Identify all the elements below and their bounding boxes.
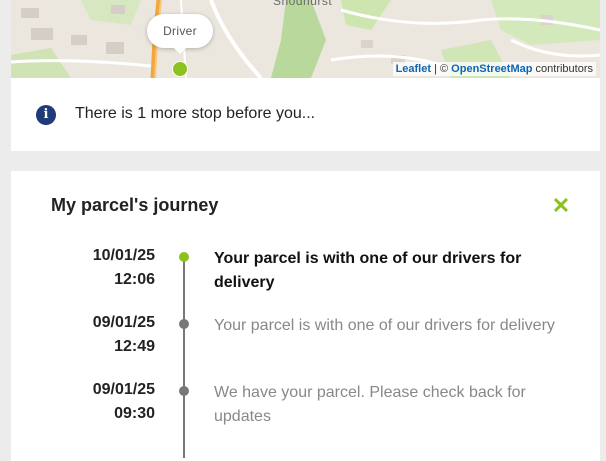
event-time: 12:49	[114, 338, 155, 355]
event-time: 09:30	[114, 405, 155, 422]
journey-title: My parcel's journey	[51, 195, 219, 215]
attribution-suffix: contributors	[532, 63, 593, 75]
timeline-line	[183, 258, 185, 458]
openstreetmap-link[interactable]: OpenStreetMap	[451, 63, 532, 75]
event-description: Your parcel is with one of our drivers f…	[214, 250, 522, 291]
map-attribution: Leaflet | © OpenStreetMap contributors	[392, 62, 596, 76]
event-date: 09/01/25	[92, 314, 155, 331]
info-icon: i	[36, 105, 56, 125]
timeline-dot	[179, 319, 189, 329]
delivery-map[interactable]: Shodhurst Driver Leaflet | © OpenStreetM…	[11, 0, 600, 78]
event-description: We have your parcel. Please check back f…	[214, 384, 526, 425]
driver-location-marker[interactable]	[172, 61, 188, 77]
event-description: Your parcel is with one of our drivers f…	[214, 317, 555, 334]
attribution-separator: | ©	[431, 63, 452, 75]
leaflet-link[interactable]: Leaflet	[396, 63, 431, 75]
parcel-journey-card: My parcel's journey ✕ 10/01/25 12:06 You…	[11, 171, 600, 461]
event-time: 12:06	[114, 271, 155, 288]
timeline-dot	[179, 386, 189, 396]
map-place-label: Shodhurst	[273, 0, 333, 8]
stops-info-banner: i There is 1 more stop before you...	[11, 78, 600, 151]
stops-info-message: There is 1 more stop before you...	[75, 105, 316, 122]
close-icon[interactable]: ✕	[549, 195, 573, 217]
driver-tooltip: Driver	[147, 14, 213, 54]
timeline-dot-current	[179, 252, 189, 262]
event-date: 10/01/25	[92, 247, 155, 264]
event-date: 09/01/25	[92, 381, 155, 398]
